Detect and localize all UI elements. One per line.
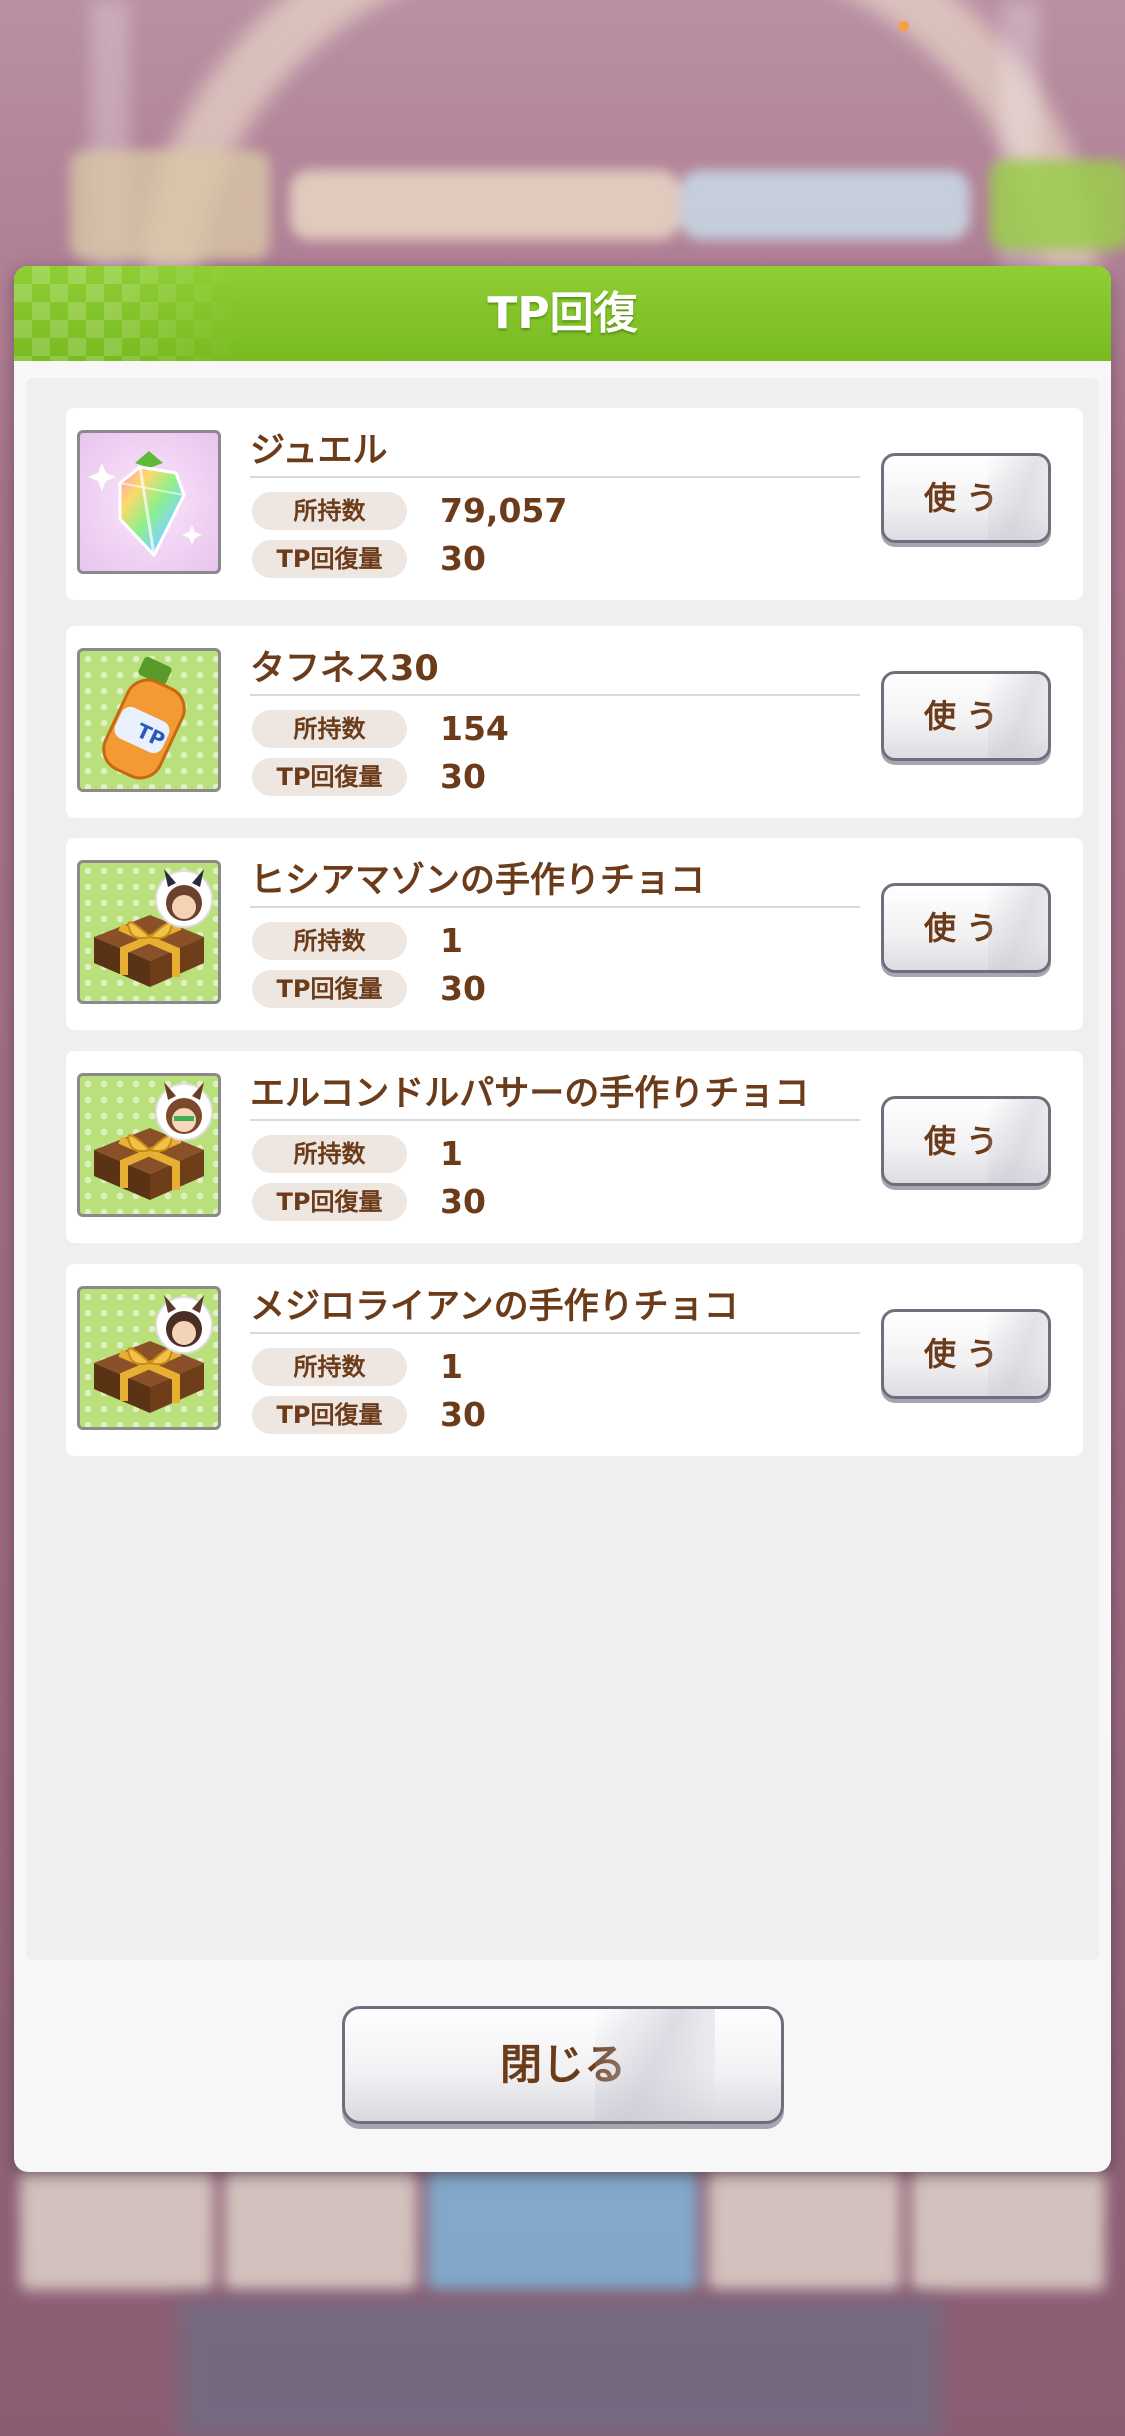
recovery-value: 30 [440, 757, 486, 796]
dialog-header: TP回復 [14, 266, 1111, 361]
owned-label: 所持数 [252, 1348, 407, 1386]
item-list: ジュエル 所持数 79,057 TP回復量 30 使う TP タフネス30 所持… [26, 378, 1099, 1960]
use-button-toughness30[interactable]: 使う [881, 671, 1051, 761]
use-button-hishi-amazon-chocolate[interactable]: 使う [881, 883, 1051, 973]
recovery-label: TP回復量 [252, 1396, 407, 1434]
owned-label: 所持数 [252, 710, 407, 748]
owned-value: 1 [440, 1134, 463, 1173]
chocolate-gift-icon [77, 1073, 221, 1217]
recovery-value: 30 [440, 1182, 486, 1221]
item-card-toughness30: TP タフネス30 所持数 154 TP回復量 30 使う [66, 626, 1083, 818]
chocolate-gift-icon [77, 860, 221, 1004]
recovery-label: TP回復量 [252, 1183, 407, 1221]
background-nav-tab [20, 2170, 214, 2290]
use-button-mejiro-ryan-chocolate[interactable]: 使う [881, 1309, 1051, 1399]
item-name: メジロライアンの手作りチョコ [250, 1287, 739, 1327]
item-name: エルコンドルパサーの手作りチョコ [250, 1074, 810, 1114]
background-nav-tab [427, 2170, 698, 2290]
owned-value: 154 [440, 709, 509, 748]
background-nav-tab [911, 2170, 1105, 2290]
recovery-value: 30 [440, 969, 486, 1008]
owned-label: 所持数 [252, 1135, 407, 1173]
item-card-el-condor-pasa-chocolate: エルコンドルパサーの手作りチョコ 所持数 1 TP回復量 30 使う [66, 1051, 1083, 1243]
item-card-hishi-amazon-chocolate: ヒシアマゾンの手作りチョコ 所持数 1 TP回復量 30 使う [66, 838, 1083, 1030]
chocolate-gift-icon [77, 1286, 221, 1430]
recovery-label: TP回復量 [252, 758, 407, 796]
notification-dot [898, 21, 909, 32]
owned-label: 所持数 [252, 922, 407, 960]
recovery-label: TP回復量 [252, 970, 407, 1008]
background-hud [30, 150, 1125, 260]
divider [250, 694, 860, 696]
item-name: ジュエル [250, 431, 388, 471]
background-road [180, 2300, 940, 2436]
background-shop-button [990, 160, 1125, 250]
background-rank-badge [70, 150, 270, 260]
divider [250, 476, 860, 478]
divider [250, 1119, 860, 1121]
jewel-icon [77, 430, 221, 574]
recovery-value: 30 [440, 1395, 486, 1434]
background-nav-tab [707, 2170, 902, 2290]
owned-value: 1 [440, 921, 463, 960]
background-tp-bar [290, 170, 680, 240]
owned-label: 所持数 [252, 492, 407, 530]
tp-recovery-dialog: TP回復 ジュエル 所持数 79,057 TP回復量 30 使う TP タフネス… [14, 266, 1111, 2172]
background-nav-tab [223, 2170, 418, 2290]
item-name: タフネス30 [250, 649, 439, 689]
item-card-mejiro-ryan-chocolate: メジロライアンの手作りチョコ 所持数 1 TP回復量 30 使う [66, 1264, 1083, 1456]
recovery-value: 30 [440, 539, 486, 578]
item-card-jewel: ジュエル 所持数 79,057 TP回復量 30 使う [66, 408, 1083, 600]
background-rp-bar [680, 170, 970, 240]
recovery-label: TP回復量 [252, 540, 407, 578]
owned-value: 79,057 [440, 491, 568, 530]
dialog-title: TP回復 [487, 288, 638, 339]
background-bottom-nav [20, 2170, 1105, 2290]
close-button[interactable]: 閉じる [342, 2006, 784, 2124]
divider [250, 906, 860, 908]
use-button-el-condor-pasa-chocolate[interactable]: 使う [881, 1096, 1051, 1186]
owned-value: 1 [440, 1347, 463, 1386]
toughness-bottle-icon: TP [77, 648, 221, 792]
item-name: ヒシアマゾンの手作りチョコ [250, 861, 706, 901]
divider [250, 1332, 860, 1334]
use-button-jewel[interactable]: 使う [881, 453, 1051, 543]
